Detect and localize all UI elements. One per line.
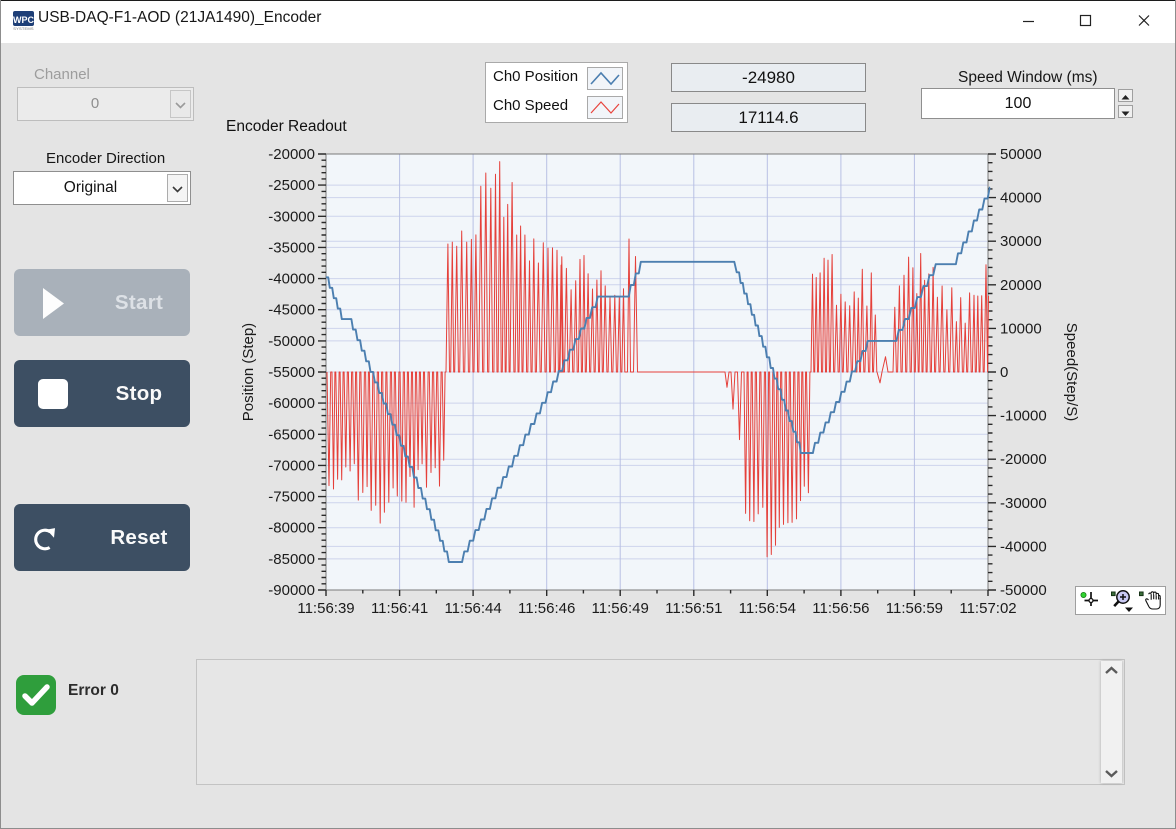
svg-text:Position (Step): Position (Step) <box>240 323 257 421</box>
svg-text:-55000: -55000 <box>268 364 315 381</box>
svg-text:11:56:51: 11:56:51 <box>665 600 722 617</box>
svg-text:40000: 40000 <box>1000 190 1042 207</box>
svg-text:10000: 10000 <box>1000 320 1042 337</box>
svg-text:11:56:56: 11:56:56 <box>812 600 869 617</box>
svg-text:-70000: -70000 <box>268 457 315 474</box>
svg-text:-10000: -10000 <box>1000 408 1047 425</box>
svg-text:-40000: -40000 <box>1000 538 1047 555</box>
svg-text:-85000: -85000 <box>268 551 315 568</box>
svg-text:-75000: -75000 <box>268 489 315 506</box>
svg-text:Speed(Step/S): Speed(Step/S) <box>1063 323 1080 421</box>
svg-text:11:56:39: 11:56:39 <box>297 600 354 617</box>
svg-text:-80000: -80000 <box>268 520 315 537</box>
svg-text:-60000: -60000 <box>268 395 315 412</box>
svg-text:-20000: -20000 <box>268 146 315 163</box>
svg-text:-65000: -65000 <box>268 426 315 443</box>
svg-text:-20000: -20000 <box>1000 451 1047 468</box>
svg-text:-40000: -40000 <box>268 271 315 288</box>
svg-text:-50000: -50000 <box>268 333 315 350</box>
svg-text:-30000: -30000 <box>1000 495 1047 512</box>
svg-text:11:56:59: 11:56:59 <box>886 600 943 617</box>
svg-text:11:56:54: 11:56:54 <box>739 600 796 617</box>
svg-text:-45000: -45000 <box>268 302 315 319</box>
svg-text:11:56:46: 11:56:46 <box>518 600 575 617</box>
svg-text:-90000: -90000 <box>268 582 315 599</box>
svg-text:-25000: -25000 <box>268 177 315 194</box>
svg-text:-35000: -35000 <box>268 239 315 256</box>
svg-text:-50000: -50000 <box>1000 582 1047 599</box>
svg-text:0: 0 <box>1000 364 1008 381</box>
svg-text:11:56:44: 11:56:44 <box>444 600 501 617</box>
svg-text:20000: 20000 <box>1000 277 1042 294</box>
svg-text:11:57:02: 11:57:02 <box>959 600 1016 617</box>
svg-text:11:56:41: 11:56:41 <box>371 600 428 617</box>
svg-text:11:56:49: 11:56:49 <box>592 600 649 617</box>
svg-text:50000: 50000 <box>1000 146 1042 163</box>
svg-text:-30000: -30000 <box>268 208 315 225</box>
svg-text:30000: 30000 <box>1000 233 1042 250</box>
